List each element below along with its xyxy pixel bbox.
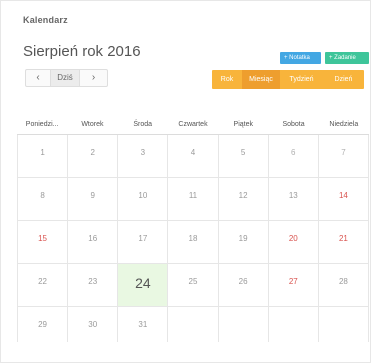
view-switcher: Rok Miesiąc Tydzień Dzień <box>212 70 364 89</box>
week-row: 15 16 17 18 19 20 21 <box>17 221 369 264</box>
day-cell[interactable]: 29 <box>17 307 69 342</box>
day-cell[interactable]: 8 <box>17 178 69 220</box>
calendar-body: 1 2 3 4 5 6 7 8 9 10 11 12 13 14 15 16 1… <box>17 134 369 342</box>
month-title: Sierpień rok 2016 <box>23 43 141 60</box>
day-cell-empty <box>168 307 219 342</box>
weekday-label: Piątek <box>233 121 253 128</box>
day-cell[interactable]: 12 <box>219 178 269 220</box>
weekday-label: Środa <box>133 121 153 128</box>
day-cell[interactable]: 25 <box>168 264 219 306</box>
day-cell[interactable]: 14 <box>319 178 369 220</box>
view-month-button[interactable]: Miesiąc <box>242 70 280 89</box>
week-row: 1 2 3 4 5 6 7 <box>17 135 369 178</box>
panel-title: Kalendarz <box>23 15 68 25</box>
view-week-button[interactable]: Tydzień <box>280 70 323 89</box>
add-note-button[interactable]: + Notatka <box>280 52 321 64</box>
day-cell[interactable]: 26 <box>219 264 269 306</box>
week-row: 22 23 24 25 26 27 28 <box>17 264 369 307</box>
day-cell[interactable]: 28 <box>319 264 369 306</box>
weekday-label: Poniedzi... <box>25 121 59 128</box>
day-cell[interactable]: 23 <box>68 264 119 306</box>
day-cell[interactable]: 4 <box>168 135 219 177</box>
day-cell[interactable]: 16 <box>68 221 119 263</box>
weekday-label: Niedziela <box>329 121 359 128</box>
prev-month-button[interactable]: ‹ <box>26 70 51 86</box>
day-cell[interactable]: 31 <box>118 307 169 342</box>
day-cell-empty <box>219 307 269 342</box>
add-task-button[interactable]: + Zadanie <box>325 52 369 64</box>
day-cell[interactable]: 3 <box>118 135 169 177</box>
week-row: 29 30 31 <box>17 307 369 342</box>
date-navigation: ‹ Dziś › <box>25 69 108 87</box>
day-cell[interactable]: 7 <box>319 135 369 177</box>
today-button[interactable]: Dziś <box>51 70 80 86</box>
day-cell[interactable]: 1 <box>17 135 69 177</box>
view-year-button[interactable]: Rok <box>212 70 242 89</box>
weekday-label: Sobota <box>282 121 305 128</box>
day-cell[interactable]: 17 <box>118 221 169 263</box>
day-cell[interactable]: 11 <box>168 178 219 220</box>
view-day-button[interactable]: Dzień <box>323 70 364 89</box>
day-cell[interactable]: 19 <box>219 221 269 263</box>
day-cell[interactable]: 20 <box>269 221 319 263</box>
day-cell[interactable]: 21 <box>319 221 369 263</box>
calendar-panel: Kalendarz Sierpień rok 2016 + Notatka + … <box>0 0 371 363</box>
day-cell[interactable]: 22 <box>17 264 69 306</box>
day-cell[interactable]: 30 <box>68 307 119 342</box>
day-cell[interactable]: 15 <box>17 221 69 263</box>
day-cell[interactable]: 13 <box>269 178 319 220</box>
weekday-label: Wtorek <box>81 121 104 128</box>
month-grid: Poniedzi... Wtorek Środa Czwartek Piątek… <box>17 116 369 342</box>
week-row: 8 9 10 11 12 13 14 <box>17 178 369 221</box>
day-cell[interactable]: 5 <box>219 135 269 177</box>
day-cell[interactable]: 6 <box>269 135 319 177</box>
today-cell[interactable]: 24 <box>118 264 169 306</box>
day-cell[interactable]: 2 <box>68 135 119 177</box>
weekday-label: Czwartek <box>178 121 208 128</box>
weekday-header: Poniedzi... Wtorek Środa Czwartek Piątek… <box>17 116 369 134</box>
day-cell[interactable]: 9 <box>68 178 119 220</box>
day-cell[interactable]: 18 <box>168 221 219 263</box>
day-cell-empty <box>319 307 369 342</box>
next-month-button[interactable]: › <box>80 70 107 86</box>
day-cell[interactable]: 27 <box>269 264 319 306</box>
day-cell-empty <box>269 307 319 342</box>
day-cell[interactable]: 10 <box>118 178 169 220</box>
